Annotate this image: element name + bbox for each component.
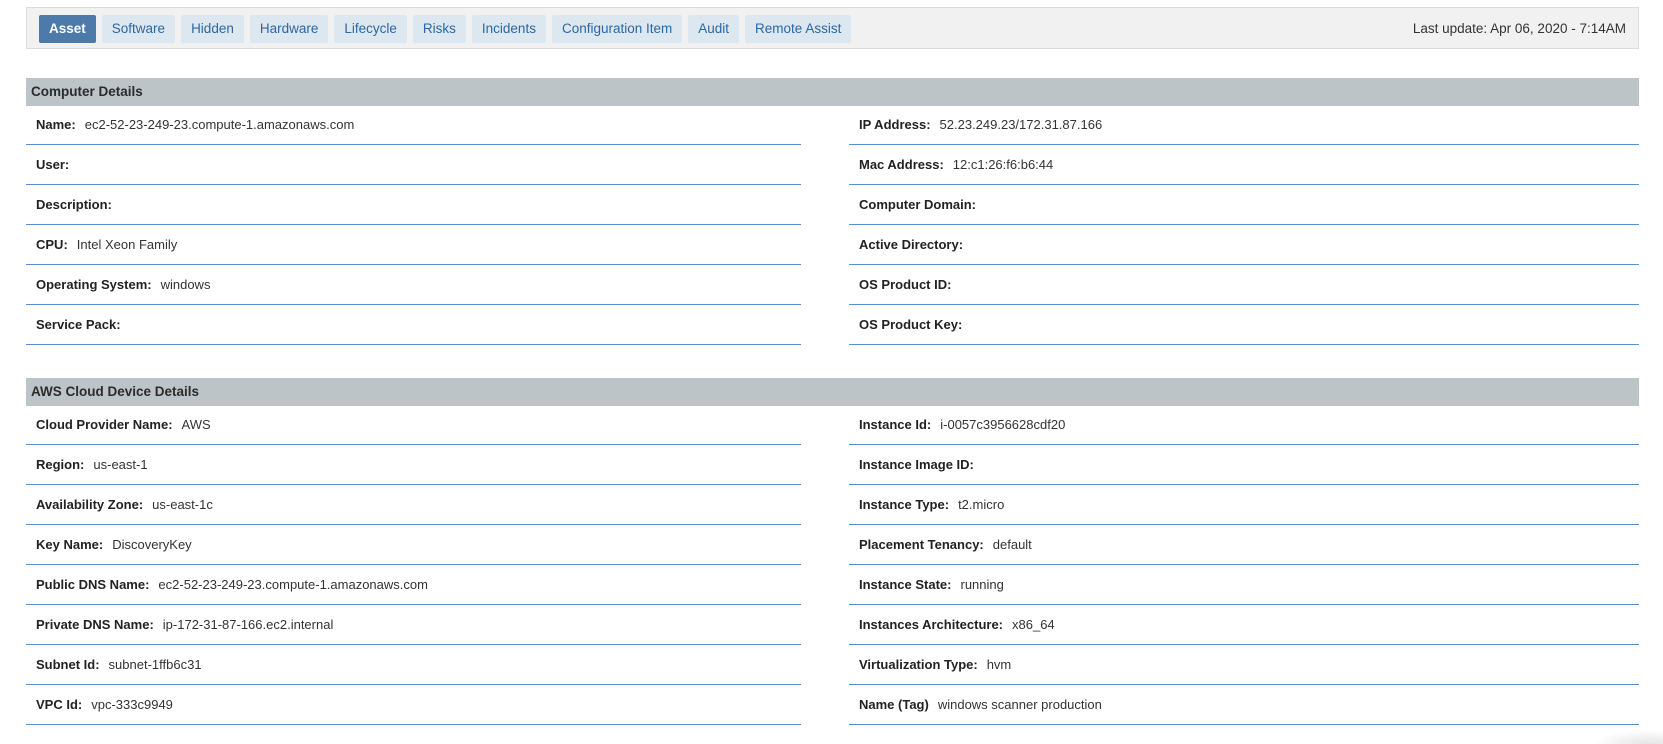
field-label: Instance State: [859, 577, 952, 592]
field-row: Instances Architecture: x86_64 [849, 605, 1639, 645]
aws-details-right-column: Instance Id: i-0057c3956628cdf20 Instance… [849, 405, 1639, 725]
field-row: Instance Id: i-0057c3956628cdf20 [849, 405, 1639, 445]
field-row: Placement Tenancy: default [849, 525, 1639, 565]
field-value: 52.23.249.23/172.31.87.166 [939, 117, 1103, 132]
aws-details-header: AWS Cloud Device Details [26, 378, 1639, 406]
tab-incidents[interactable]: Incidents [471, 15, 546, 43]
tab-lifecycle[interactable]: Lifecycle [334, 15, 407, 43]
aws-details-left-column: Cloud Provider Name: AWS Region: us-east-1… [26, 405, 801, 725]
field-value: windows scanner production [937, 697, 1102, 712]
computer-details-header: Computer Details [26, 78, 1639, 106]
field-label: VPC Id: [36, 697, 83, 712]
field-row: Cloud Provider Name: AWS [26, 405, 801, 445]
tab-list: Asset Software Hidden Hardware Lifecycle… [39, 15, 852, 43]
field-label: Subnet Id: [36, 657, 100, 672]
field-label: Public DNS Name: [36, 577, 150, 592]
field-row: Subnet Id: subnet-1ffb6c31 [26, 645, 801, 685]
field-label: Operating System: [36, 277, 152, 292]
field-row: Virtualization Type: hvm [849, 645, 1639, 685]
tab-bar: Asset Software Hidden Hardware Lifecycle… [26, 7, 1639, 49]
field-value: ec2-52-23-249-23.compute-1.amazonaws.com [158, 577, 428, 592]
field-value: default [992, 537, 1032, 552]
field-value: us-east-1c [152, 497, 213, 512]
field-row: Key Name: DiscoveryKey [26, 525, 801, 565]
field-label: Instances Architecture: [859, 617, 1004, 632]
field-row: VPC Id: vpc-333c9949 [26, 685, 801, 725]
tab-configuration-item[interactable]: Configuration Item [551, 15, 683, 43]
field-label: OS Product Key: [859, 317, 963, 332]
field-value: x86_64 [1012, 617, 1055, 632]
field-label: Active Directory: [859, 237, 964, 252]
field-row: Region: us-east-1 [26, 445, 801, 485]
field-row: User: [26, 145, 801, 185]
field-value: windows [160, 277, 211, 292]
field-value: hvm [986, 657, 1012, 672]
field-row: Instance Image ID: [849, 445, 1639, 485]
field-row: Description: [26, 185, 801, 225]
field-label: Virtualization Type: [859, 657, 978, 672]
field-row: Name: ec2-52-23-249-23.compute-1.amazonaw… [26, 105, 801, 145]
tab-hardware[interactable]: Hardware [249, 15, 329, 43]
field-row: CPU: Intel Xeon Family [26, 225, 801, 265]
field-label: Service Pack: [36, 317, 121, 332]
tab-software[interactable]: Software [101, 15, 176, 43]
field-value: vpc-333c9949 [91, 697, 173, 712]
field-label: Description: [36, 197, 112, 212]
tab-asset[interactable]: Asset [39, 15, 96, 43]
field-label: Placement Tenancy: [859, 537, 984, 552]
field-value: subnet-1ffb6c31 [108, 657, 202, 672]
field-value: AWS [181, 417, 211, 432]
tab-audit[interactable]: Audit [688, 15, 740, 43]
field-value: us-east-1 [93, 457, 148, 472]
field-label: Instance Id: [859, 417, 932, 432]
field-label: IP Address: [859, 117, 931, 132]
field-label: Name: [36, 117, 76, 132]
corner-shadow [1593, 730, 1663, 744]
field-label: CPU: [36, 237, 68, 252]
field-value: 12:c1:26:f6:b6:44 [952, 157, 1054, 172]
computer-details-right-column: IP Address: 52.23.249.23/172.31.87.166 Ma… [849, 105, 1639, 345]
field-value: ec2-52-23-249-23.compute-1.amazonaws.com [84, 117, 355, 132]
field-label: OS Product ID: [859, 277, 952, 292]
field-row: OS Product Key: [849, 305, 1639, 345]
field-row: Instance State: running [849, 565, 1639, 605]
field-row: Instance Type: t2.micro [849, 485, 1639, 525]
computer-details-left-column: Name: ec2-52-23-249-23.compute-1.amazonaw… [26, 105, 801, 345]
field-label: Mac Address: [859, 157, 944, 172]
field-value: DiscoveryKey [112, 537, 192, 552]
field-label: Instance Type: [859, 497, 950, 512]
field-row: Mac Address: 12:c1:26:f6:b6:44 [849, 145, 1639, 185]
field-label: Availability Zone: [36, 497, 144, 512]
field-label: Cloud Provider Name: [36, 417, 173, 432]
field-row: Operating System: windows [26, 265, 801, 305]
field-row: Active Directory: [849, 225, 1639, 265]
field-value: running [960, 577, 1004, 592]
field-value: Intel Xeon Family [76, 237, 178, 252]
field-row: Availability Zone: us-east-1c [26, 485, 801, 525]
field-row: IP Address: 52.23.249.23/172.31.87.166 [849, 105, 1639, 145]
field-label: Private DNS Name: [36, 617, 154, 632]
field-row: Service Pack: [26, 305, 801, 345]
field-label: Region: [36, 457, 85, 472]
field-label: Key Name: [36, 537, 104, 552]
field-row: Computer Domain: [849, 185, 1639, 225]
tab-hidden[interactable]: Hidden [181, 15, 244, 43]
field-row: Private DNS Name: ip-172-31-87-166.ec2.in… [26, 605, 801, 645]
field-label: Instance Image ID: [859, 457, 974, 472]
field-value: t2.micro [958, 497, 1005, 512]
field-value: ip-172-31-87-166.ec2.internal [162, 617, 334, 632]
field-label: Computer Domain: [859, 197, 976, 212]
field-row: OS Product ID: [849, 265, 1639, 305]
last-update-text: Last update: Apr 06, 2020 - 7:14AM [1412, 21, 1626, 36]
field-value: i-0057c3956628cdf20 [940, 417, 1066, 432]
field-label: Name (Tag) [859, 697, 929, 712]
tab-risks[interactable]: Risks [412, 15, 466, 43]
tab-remote-assist[interactable]: Remote Assist [745, 15, 852, 43]
field-row: Name (Tag) windows scanner production [849, 685, 1639, 725]
field-label: User: [36, 157, 70, 172]
field-row: Public DNS Name: ec2-52-23-249-23.compute… [26, 565, 801, 605]
